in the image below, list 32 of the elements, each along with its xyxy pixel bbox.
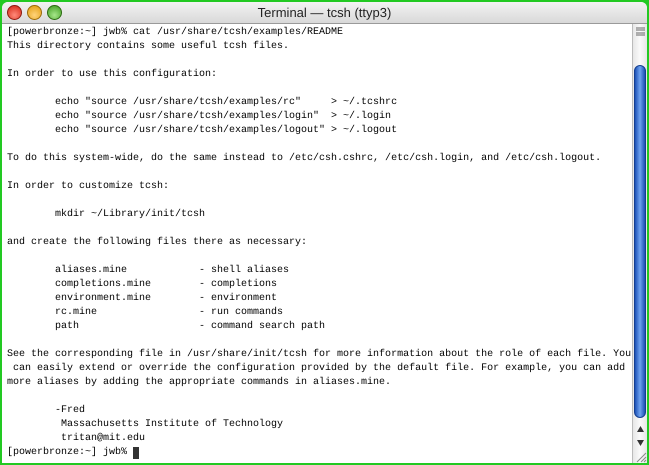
terminal-line: and create the following files there as necessary: bbox=[7, 236, 308, 250]
scroll-down-icon[interactable] bbox=[636, 439, 644, 447]
terminal-line: environment.mine - environment bbox=[54, 292, 278, 306]
terminal-line: more aliases by adding the appropriate commands in aliases.mine. bbox=[7, 376, 392, 390]
terminal-line: Massachusetts Institute of Technology bbox=[60, 418, 284, 432]
terminal-line: rc.mine - run commands bbox=[54, 306, 284, 320]
terminal-line: echo "source /usr/share/tcsh/examples/rc" > ~/.tcshrc bbox=[54, 96, 398, 110]
terminal-line: mkdir ~/Library/init/tcsh bbox=[54, 208, 206, 222]
close-button[interactable] bbox=[7, 5, 22, 20]
scroll-up-icon[interactable] bbox=[636, 425, 644, 433]
terminal-line: echo "source /usr/share/tcsh/examples/logout" > ~/.logout bbox=[54, 124, 398, 138]
terminal-line: This directory contains some useful tcsh files. bbox=[7, 40, 290, 54]
scroll-thumb[interactable] bbox=[634, 65, 646, 418]
terminal-line: path - command search path bbox=[54, 320, 326, 334]
window-title: Terminal — tcsh (ttyp3) bbox=[258, 6, 392, 19]
terminal-line: aliases.mine - shell aliases bbox=[54, 264, 290, 278]
terminal-line: -Fred bbox=[54, 404, 86, 418]
scrollbar[interactable] bbox=[632, 24, 647, 463]
terminal-line: To do this system-wide, do the same instead to /etc/csh.cshrc, /etc/csh.login, and /etc/csh.logout. bbox=[7, 152, 602, 166]
terminal-line: can easily extend or override the configuration provided by the default file. For example, you can add bbox=[12, 362, 626, 376]
terminal-line: tritan@mit.edu bbox=[60, 432, 146, 446]
resize-grip-icon[interactable] bbox=[634, 450, 647, 463]
terminal-line: [powerbronze:~] jwb% cat /usr/share/tcsh/examples/README bbox=[7, 26, 344, 40]
terminal-line: In order to customize tcsh: bbox=[7, 180, 170, 194]
terminal-line: echo "source /usr/share/tcsh/examples/login" > ~/.login bbox=[54, 110, 392, 124]
terminal-line: In order to use this configuration: bbox=[7, 68, 218, 82]
terminal-line: [powerbronze:~] jwb% bbox=[7, 446, 128, 460]
terminal-line: See the corresponding file in /usr/share/init/tcsh for more information about the role of each file. You bbox=[7, 348, 632, 362]
zoom-button[interactable] bbox=[47, 5, 62, 20]
minimize-button[interactable] bbox=[27, 5, 42, 20]
split-icon[interactable] bbox=[634, 26, 646, 37]
terminal-line: completions.mine - completions bbox=[54, 278, 278, 292]
